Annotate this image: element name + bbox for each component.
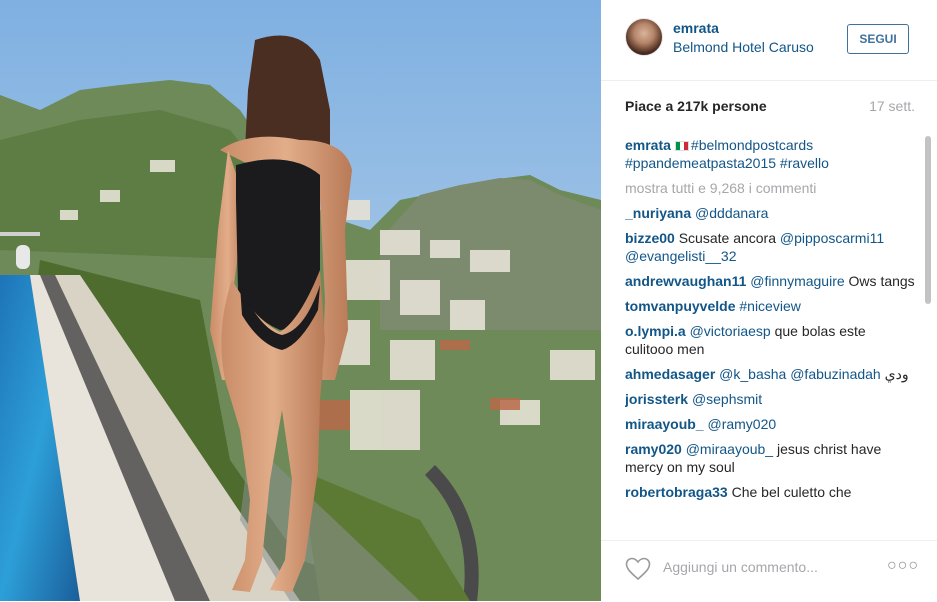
mention-link[interactable]: @pipposcarmi11 bbox=[780, 230, 884, 246]
comment-text: Che bel culetto che bbox=[731, 484, 852, 500]
follow-button[interactable]: SEGUI bbox=[847, 24, 909, 54]
comment-item: miraayoub_ @ramy020 bbox=[625, 415, 915, 433]
likes-row: Piace a 217k persone 17 sett. bbox=[625, 98, 915, 118]
comment-item: jorissterk @sephsmit bbox=[625, 390, 915, 408]
comments-scrollbar[interactable] bbox=[923, 130, 933, 538]
comment-item: tomvanpuyvelde #niceview bbox=[625, 297, 915, 315]
mention-link[interactable]: @finnymaguire bbox=[750, 273, 844, 289]
comment-item: ramy020 @miraayoub_ jesus christ have me… bbox=[625, 440, 915, 476]
comment-username[interactable]: ahmedasager bbox=[625, 366, 715, 382]
comments-list[interactable]: emrata #belmondpostcards #ppandemeatpasta… bbox=[625, 136, 915, 534]
avatar[interactable] bbox=[625, 18, 663, 56]
comment-text: @k_basha @fabuzinadah ودي bbox=[719, 366, 909, 382]
likes-count[interactable]: Piace a 217k persone bbox=[625, 98, 767, 114]
comment-item: bizze00 Scusate ancora @pipposcarmi11 @e… bbox=[625, 229, 915, 265]
heart-icon[interactable] bbox=[625, 557, 651, 581]
comment-username[interactable]: tomvanpuyvelde bbox=[625, 298, 735, 314]
comment-text: @ramy020 bbox=[707, 416, 776, 432]
italy-flag-icon bbox=[674, 141, 689, 151]
comment-item: _nuriyana @dddanara bbox=[625, 204, 915, 222]
caption-hashtags[interactable]: #ppandemeatpasta2015 #ravello bbox=[625, 154, 915, 172]
comment-item: robertobraga33 Che bel culetto che bbox=[625, 483, 915, 501]
comment-username[interactable]: o.lympi.a bbox=[625, 323, 686, 339]
comment-item: o.lympi.a @victoriaesp que bolas este cu… bbox=[625, 322, 915, 358]
location-link[interactable]: Belmond Hotel Caruso bbox=[673, 39, 814, 55]
comment-item: andrewvaughan11 @finnymaguire Ows tangs bbox=[625, 272, 915, 290]
comment-text: #niceview bbox=[739, 298, 800, 314]
mention-link[interactable]: @sephsmit bbox=[692, 391, 762, 407]
comments-container: _nuriyana @dddanara bizze00 Scusate ancor… bbox=[625, 204, 915, 501]
comment-text: @finnymaguire Ows tangs bbox=[750, 273, 915, 289]
comment-text: @sephsmit bbox=[692, 391, 762, 407]
caption-username[interactable]: emrata bbox=[625, 137, 671, 153]
comment-username[interactable]: ramy020 bbox=[625, 441, 682, 457]
post-footer: ○○○ bbox=[601, 540, 937, 602]
comment-username[interactable]: bizze00 bbox=[625, 230, 675, 246]
comment-item: ahmedasager @k_basha @fabuzinadah ودي bbox=[625, 365, 915, 383]
comment-username[interactable]: miraayoub_ bbox=[625, 416, 704, 432]
scrollbar-thumb[interactable] bbox=[925, 136, 931, 304]
show-all-comments-link[interactable]: mostra tutti e 9,268 i commenti bbox=[625, 180, 915, 196]
post-photo-illustration bbox=[0, 0, 601, 601]
mention-link[interactable]: @ramy020 bbox=[707, 416, 776, 432]
caption-hashtag[interactable]: #belmondpostcards bbox=[691, 137, 813, 153]
hashtag-link[interactable]: #niceview bbox=[739, 298, 800, 314]
post-photo[interactable] bbox=[0, 0, 601, 601]
comment-text: @dddanara bbox=[695, 205, 768, 221]
comment-username[interactable]: andrewvaughan11 bbox=[625, 273, 746, 289]
comment-username[interactable]: robertobraga33 bbox=[625, 484, 728, 500]
post-sidebar: emrata Belmond Hotel Caruso SEGUI Piace … bbox=[601, 0, 937, 601]
mention-link[interactable]: @victoriaesp bbox=[690, 323, 771, 339]
mention-link[interactable]: @k_basha bbox=[719, 366, 786, 382]
mention-link[interactable]: @dddanara bbox=[695, 205, 768, 221]
mention-link[interactable]: @evangelisti__32 bbox=[625, 248, 737, 264]
post-timestamp[interactable]: 17 sett. bbox=[869, 98, 915, 114]
mention-link[interactable]: @miraayoub_ bbox=[686, 441, 773, 457]
mention-link[interactable]: @fabuzinadah bbox=[790, 366, 881, 382]
username-link[interactable]: emrata bbox=[673, 20, 719, 36]
caption: emrata #belmondpostcards bbox=[625, 136, 915, 154]
comment-input[interactable] bbox=[663, 555, 873, 579]
comment-username[interactable]: _nuriyana bbox=[625, 205, 691, 221]
more-options-icon[interactable]: ○○○ bbox=[887, 557, 919, 575]
post-header: emrata Belmond Hotel Caruso SEGUI bbox=[601, 0, 937, 81]
comment-username[interactable]: jorissterk bbox=[625, 391, 688, 407]
